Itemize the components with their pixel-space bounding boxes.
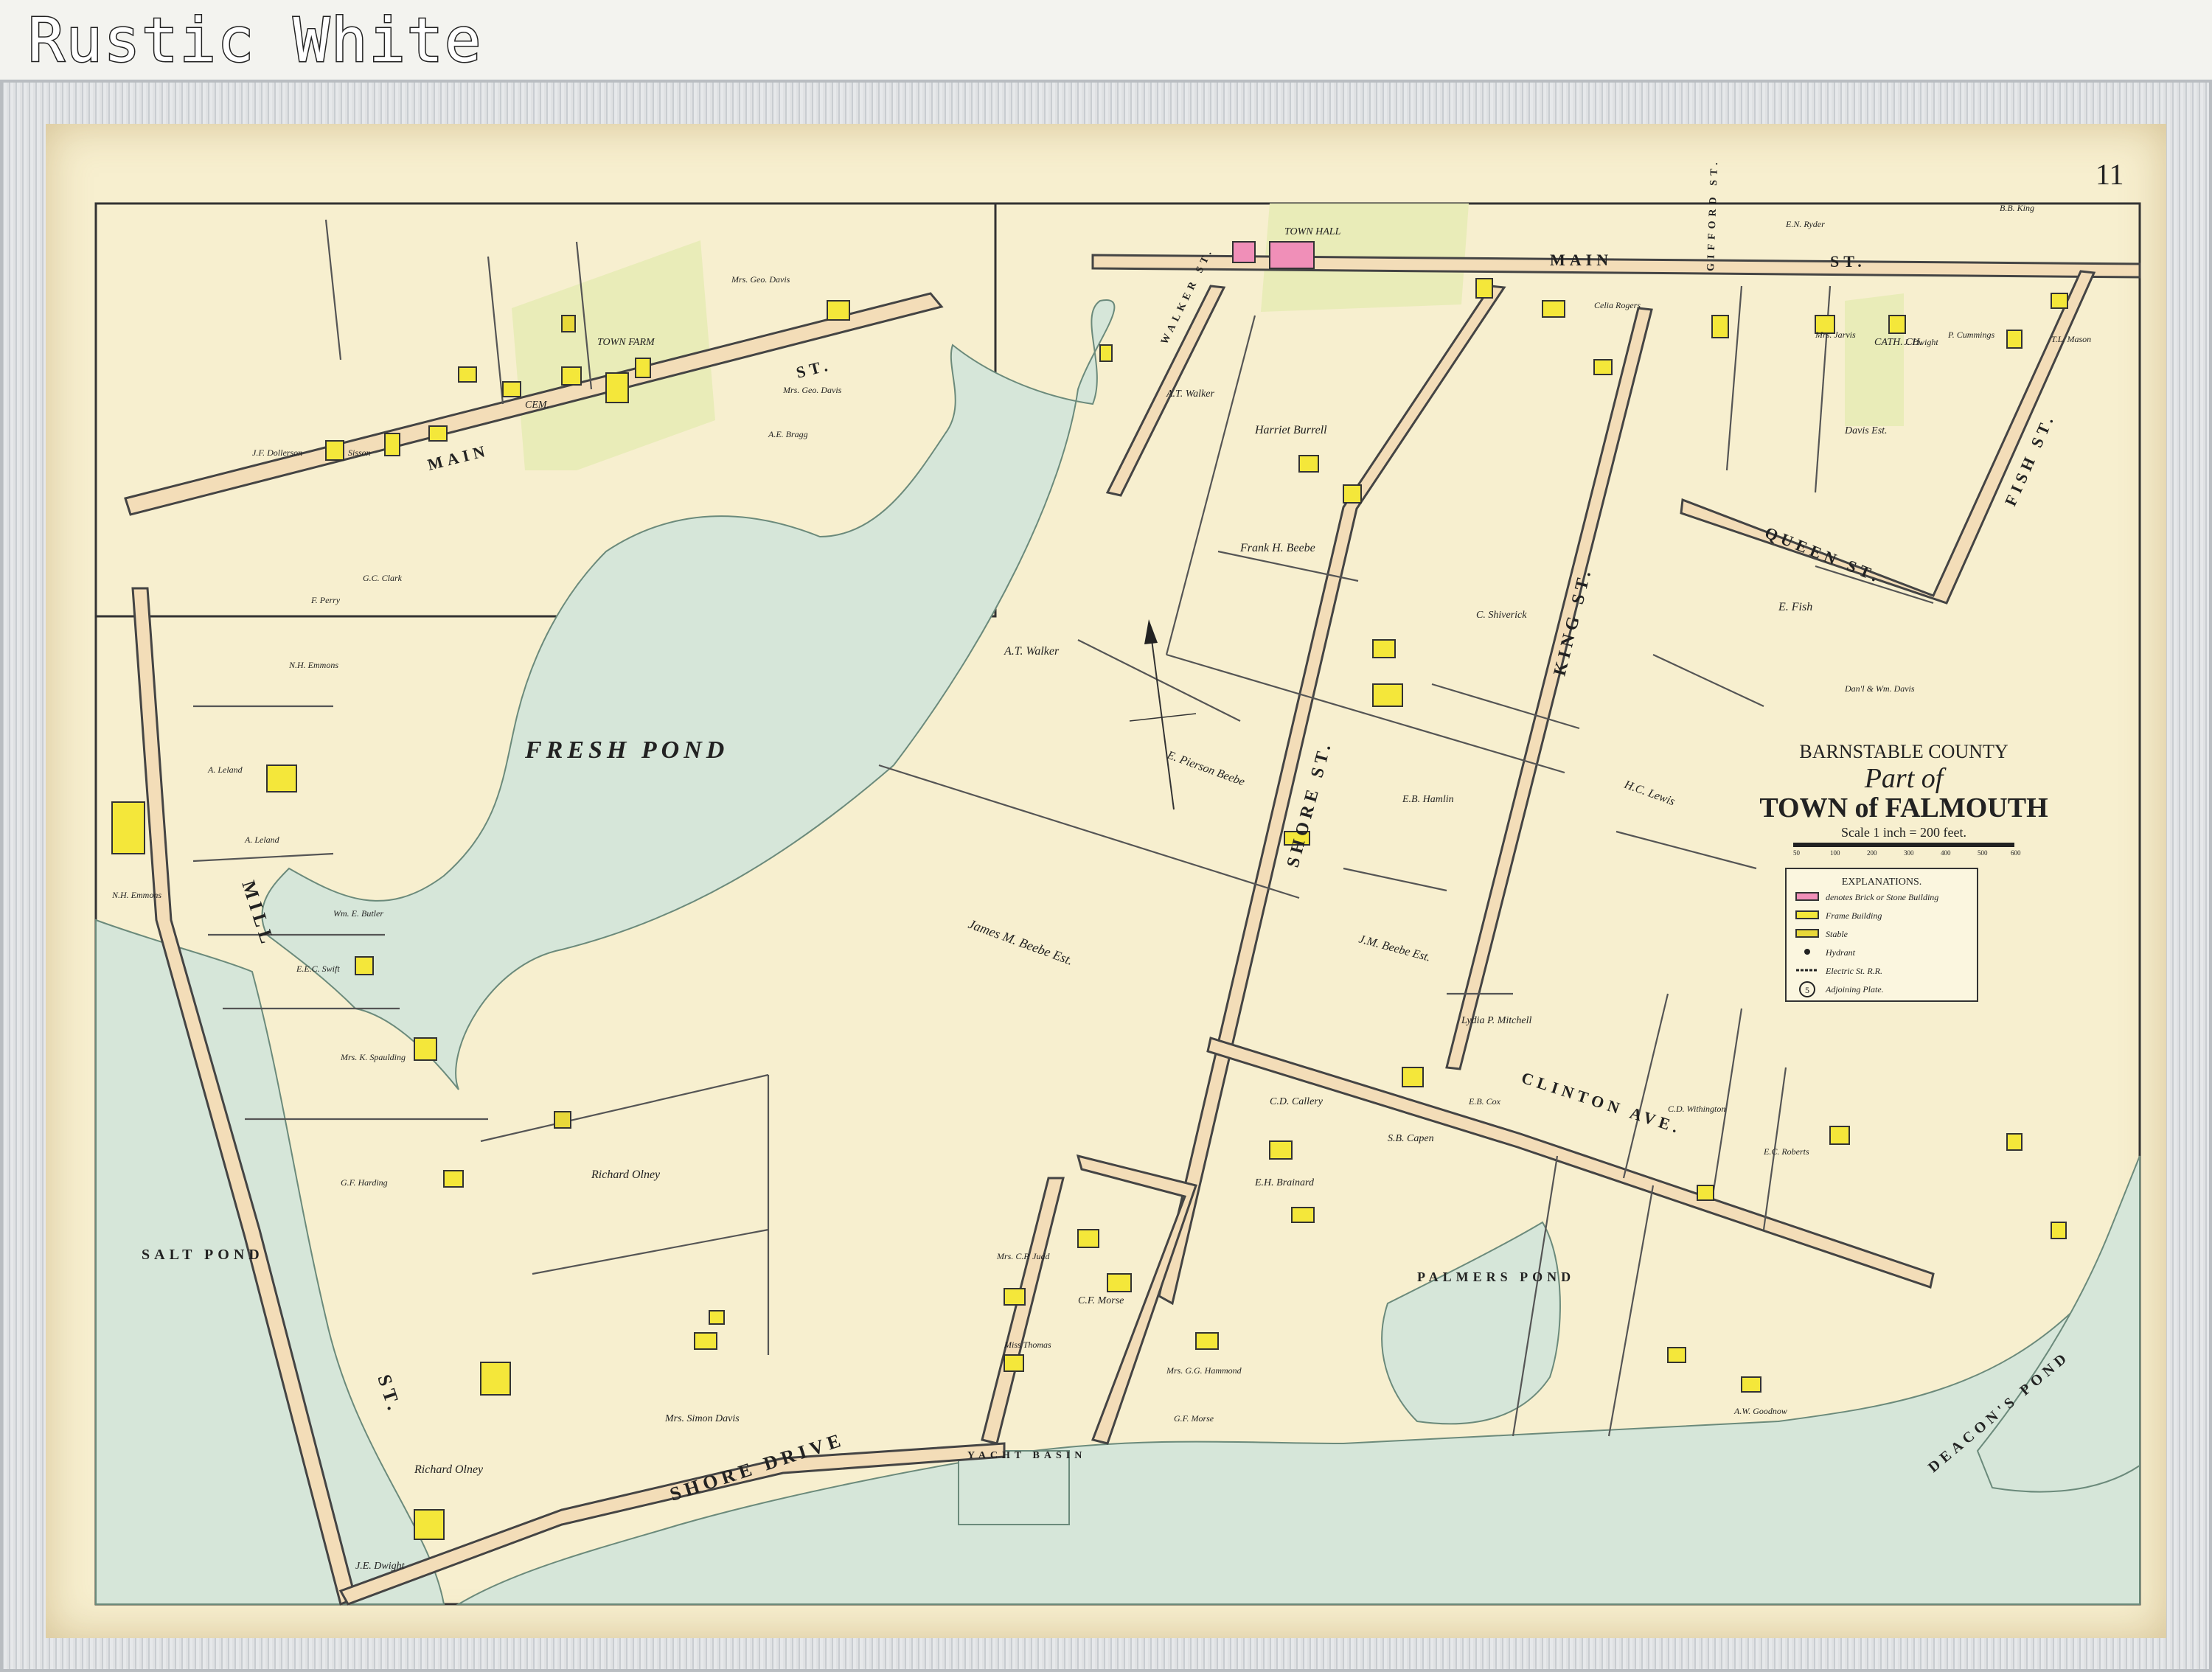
cross-road — [981, 1177, 1065, 1445]
label-mrs-simon-davis: Mrs. Simon Davis — [664, 1413, 740, 1424]
legend-heading: EXPLANATIONS. — [1842, 877, 1922, 888]
label-richard-olney: Richard Olney — [591, 1168, 661, 1181]
label-wm-butler: Wm. E. Butler — [333, 908, 383, 919]
label-en-ryder: E.N. Ryder — [1785, 219, 1825, 229]
fresh-pond-label: FRESH POND — [524, 736, 728, 764]
label-cf-morse: C.F. Morse — [1078, 1295, 1124, 1306]
svg-text:Frame Building: Frame Building — [1825, 910, 1882, 921]
label-c-shiverick: C. Shiverick — [1476, 610, 1527, 621]
svg-text:300: 300 — [1904, 849, 1914, 857]
svg-text:Stable: Stable — [1826, 929, 1848, 939]
label-at-walker: A.T. Walker — [1166, 389, 1214, 400]
street-main-left-st: ST. — [794, 355, 833, 382]
label-j-dwight: J. Dwight — [1904, 337, 1938, 347]
label-davis-est: Davis Est. — [1844, 425, 1888, 436]
street-mill-st: ST. — [373, 1372, 406, 1417]
label-a-leland: A. Leland — [207, 764, 243, 775]
label-cd-callery: C.D. Callery — [1270, 1096, 1324, 1107]
svg-text:600: 600 — [2011, 849, 2021, 857]
street-main-left: MAIN — [425, 441, 491, 474]
label-jf-dollerson: J.F. Dollerson — [252, 447, 302, 458]
plate-number: 11 — [2096, 158, 2124, 191]
town-title: TOWN of FALMOUTH — [1759, 793, 2048, 823]
street-king-st: KING ST. — [1551, 565, 1596, 677]
label-miss-thomas: Miss Thomas — [1004, 1340, 1051, 1350]
label-tl-mason: T.L. Mason — [2051, 334, 2091, 344]
svg-text:200: 200 — [1867, 849, 1877, 857]
label-dani-davis: Dan'l & Wm. Davis — [1844, 683, 1915, 694]
scale-bar: 50 100 200 300 400 500 600 — [1793, 843, 2021, 857]
legend: EXPLANATIONS. denotes Brick or Stone Bui… — [1785, 868, 1978, 1002]
label-celia-rogers: Celia Rogers — [1594, 300, 1641, 310]
street-queen-st: QUEEN ST. — [1762, 523, 1885, 586]
svg-text:400: 400 — [1941, 849, 1951, 857]
svg-text:50: 50 — [1793, 849, 1801, 857]
label-jm-beebe-est: J.M. Beebe Est. — [1357, 933, 1432, 964]
label-a-leland-2: A. Leland — [244, 835, 280, 845]
north-arrow-icon — [1129, 619, 1197, 810]
king-st — [1445, 307, 1653, 1070]
label-eb-cox: E.B. Cox — [1468, 1096, 1501, 1107]
label-harriet-burrell: Harriet Burrell — [1254, 424, 1327, 436]
county-label: BARNSTABLE COUNTY — [1799, 741, 2008, 762]
label-mrs-geo-davis-2: Mrs. Geo. Davis — [782, 385, 842, 395]
label-mrs-judd: Mrs. C.P. Judd — [996, 1251, 1050, 1261]
label-mrs-hammond: Mrs. G.G. Hammond — [1166, 1365, 1242, 1376]
street-main-right-st: ST. — [1830, 252, 1866, 271]
label-eec-swift: E.E.C. Swift — [296, 964, 340, 974]
label-cem: CEM. — [525, 400, 549, 411]
label-mrs-spaulding: Mrs. K. Spaulding — [340, 1052, 406, 1062]
label-eb-hamlin: E.B. Hamlin — [1402, 794, 1454, 805]
label-gf-harding: G.F. Harding — [341, 1177, 388, 1188]
label-p-cummings: P. Cummings — [1947, 330, 1994, 340]
label-gf-morse: G.F. Morse — [1174, 1413, 1214, 1424]
label-bb-king: B.B. King — [2000, 203, 2034, 213]
label-nh-emmons-2: N.H. Emmons — [111, 890, 161, 900]
label-eh-brainard: E.H. Brainard — [1254, 1177, 1315, 1188]
label-at-walker-2: A.T. Walker — [1004, 645, 1060, 658]
palmers-pond-label: PALMERS POND — [1417, 1269, 1575, 1284]
svg-text:5: 5 — [1805, 985, 1809, 995]
label-mrs-geo-davis: Mrs. Geo. Davis — [731, 274, 790, 285]
svg-text:Electric St. R.R.: Electric St. R.R. — [1825, 966, 1882, 976]
label-aw-goodnow: A.W. Goodnow — [1733, 1406, 1787, 1416]
street-main-right: MAIN — [1550, 251, 1613, 269]
church-green — [1845, 293, 1904, 426]
label-town-hall: TOWN HALL — [1284, 226, 1341, 237]
label-e-fish: E. Fish — [1778, 601, 1812, 613]
label-richard-olney-2: Richard Olney — [414, 1463, 484, 1476]
street-gifford-st: GIFFORD ST. — [1705, 158, 1720, 271]
svg-text:500: 500 — [1978, 849, 1988, 857]
label-sb-capen: S.B. Capen — [1388, 1133, 1434, 1144]
clinton-ave — [1206, 1037, 1935, 1289]
label-frank-beebe: Frank H. Beebe — [1239, 542, 1315, 554]
label-ec-roberts: E.C. Roberts — [1763, 1146, 1809, 1157]
label-ae-bragg: A.E. Bragg — [768, 429, 808, 439]
label-f-perry: F. Perry — [310, 595, 341, 605]
palmers-pond — [1381, 1221, 1561, 1425]
street-clinton-ave: CLINTON AVE. — [1519, 1068, 1684, 1138]
label-pierson-beebe: E. Pierson Beebe — [1165, 748, 1247, 788]
label-cd-withington: C.D. Withington — [1668, 1104, 1725, 1114]
falmouth-map: 11 BARNSTABLE COUNTY Part of TOWN of FAL… — [94, 158, 2141, 1606]
label-sisson: Sisson — [348, 447, 371, 458]
label-je-dwight: J.E. Dwight — [355, 1561, 406, 1572]
label-lydia-mitchell: Lydia P. Mitchell — [1461, 1015, 1531, 1026]
label-james-beebe: James M. Beebe Est. — [967, 916, 1075, 968]
label-gc-clark: G.C. Clark — [363, 573, 403, 583]
label-nh-emmons: N.H. Emmons — [288, 660, 338, 670]
label-mrs-jarvis: Mrs. Jarvis — [1815, 330, 1856, 340]
svg-text:100: 100 — [1830, 849, 1840, 857]
yacht-basin — [958, 1450, 1070, 1525]
scale-label: Scale 1 inch = 200 feet. — [1841, 825, 1966, 840]
salt-pond-label: SALT POND — [142, 1247, 264, 1263]
svg-text:Adjoining Plate.: Adjoining Plate. — [1825, 984, 1884, 995]
caption-text: Rustic White — [27, 5, 483, 77]
svg-text:denotes Brick or Stone Buildin: denotes Brick or Stone Building — [1826, 892, 1938, 902]
label-hc-lewis: H.C. Lewis — [1622, 778, 1677, 808]
title-part: Part of — [1864, 763, 1947, 794]
svg-text:Hydrant: Hydrant — [1825, 947, 1856, 958]
label-town-farm: TOWN FARM — [597, 337, 655, 348]
yacht-basin-label: YACHT BASIN — [967, 1450, 1086, 1461]
